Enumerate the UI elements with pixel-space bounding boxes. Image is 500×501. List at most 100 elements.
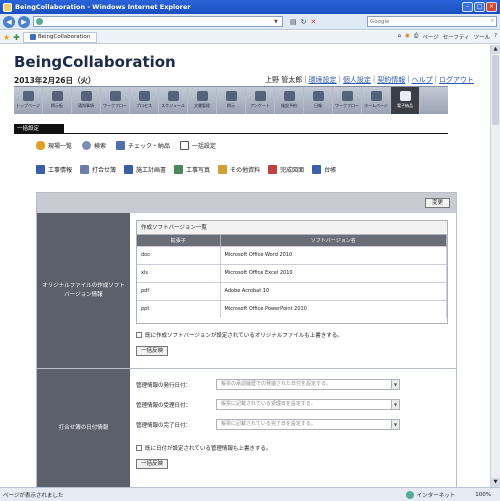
construction-photo-link[interactable]: 工事写真 [174,165,210,174]
overwrite-date-label: 既に日付が設定されている管理情報も上書きする。 [145,446,272,452]
nav-item-active[interactable]: 電子納品 [391,87,420,114]
minimize-button[interactable]: – [462,2,473,12]
nav-item[interactable]: 通知事項 [72,87,101,114]
scroll-down-icon[interactable]: ▼ [491,478,500,487]
nav-item[interactable]: プロセス [130,87,159,114]
scroll-thumb[interactable] [492,55,499,125]
favorites-star-icon[interactable]: ★ [3,33,10,42]
nav-item[interactable]: ワークフロー [101,87,130,114]
page-icon [36,18,43,25]
nav-item[interactable]: 施設予約 [275,87,304,114]
security-zone: インターネット [405,490,455,499]
stop-icon[interactable]: ✕ [311,18,317,26]
help-link[interactable]: ヘルプ [412,75,433,85]
nav-icon [370,91,382,101]
quick-links-primary: 現場一覧 検索 チェック・納品 一括設定 [36,141,216,150]
bulk-settings-link[interactable]: 一括設定 [179,141,216,150]
nav-item[interactable]: 掲示板 [43,87,72,114]
url-dropdown-icon[interactable]: ▼ [274,19,280,25]
notebook-icon [80,165,90,174]
site-list-link[interactable]: 現場一覧 [36,141,72,150]
apply-date-button[interactable]: 一括反映 [136,459,169,469]
add-favorite-icon[interactable]: ✚ [13,33,20,42]
nav-icon [399,91,411,101]
issue-date-row: 管理情報の発行日付： 帳票の承認履歴での発議された日付を設定する。 ▼ [136,379,400,390]
construction-info-link[interactable]: 工事情報 [36,165,72,174]
app-logo[interactable]: BeingCollaboration [14,53,176,71]
list-icon [36,141,45,150]
forward-button[interactable]: ▶ [18,15,30,28]
logout-link[interactable]: ログアウト [439,75,474,85]
nav-item[interactable]: スケジュール [159,87,188,114]
personal-settings-link[interactable]: 個人設定 [343,75,371,85]
zoom-level[interactable]: 100% [475,492,491,498]
document-icon [179,141,189,150]
help-icon[interactable]: ? [494,33,497,41]
nav-item[interactable]: ホームページ [362,87,391,114]
receipt-date-select[interactable]: 帳票に記載されている受理日を設定する。 ▼ [216,399,400,410]
ledger-icon [312,165,322,174]
nav-icon [283,91,295,101]
user-links: 上野 管太郎 | 環境設定 | 個人設定 | 契約情報 | ヘルプ | ログアウ… [264,75,474,85]
command-bar: ⌂ ◉ ⎙ ページ セーフティ ツール ? [398,33,497,41]
ledger-link[interactable]: 台帳 [312,165,336,174]
check-delivery-link[interactable]: チェック・納品 [116,141,170,150]
nav-item[interactable]: ワークフロー [333,87,362,114]
apply-version-button[interactable]: 一括反映 [136,346,169,356]
address-tools: ▤ ↻ ✕ [290,18,316,26]
receipt-date-label: 管理情報の受理日付： [136,402,192,409]
other-docs-link[interactable]: その他資料 [218,165,260,174]
tools-menu[interactable]: ツール [474,33,491,41]
browser-tab[interactable]: BeingCollaboration [22,31,98,43]
safety-menu[interactable]: セーフティ [443,33,470,41]
completion-date-select[interactable]: 帳票に記載されている完了日を設定する。 ▼ [216,419,400,430]
back-button[interactable]: ◀ [3,15,15,28]
table-row: doc Microsoft Office Word 2010 [137,245,447,264]
scroll-up-icon[interactable]: ▲ [491,45,500,54]
print-icon[interactable]: ⎙ [414,33,418,41]
construction-plan-link[interactable]: 施工計画書 [124,165,166,174]
nav-item[interactable]: 掲示 [217,87,246,114]
receipt-date-row: 管理情報の受理日付： 帳票に記載されている受理日を設定する。 ▼ [136,399,400,410]
nav-item[interactable]: 文書管理 [188,87,217,114]
url-field[interactable]: ▼ [33,16,283,27]
favorites-bar: ★ ✚ BeingCollaboration ⌂ ◉ ⎙ ページ セーフティ ツ… [0,31,500,44]
feeds-icon[interactable]: ◉ [405,33,410,41]
vertical-scrollbar[interactable]: ▲ ▼ [490,45,500,487]
nav-item[interactable]: トップページ [14,87,43,114]
nav-item[interactable]: アンケート [246,87,275,114]
contract-info-link[interactable]: 契約情報 [377,75,405,85]
table-row: pdf Adobe Acrobat 10 [137,281,447,300]
nav-icon [22,91,34,101]
refresh-icon[interactable]: ↻ [301,18,307,26]
software-version-heading: オリジナルファイルの作成ソフトバージョン情報 [37,213,130,368]
completion-date-row: 管理情報の完了日付： 帳票に記載されている完了日を設定する。 ▼ [136,419,400,430]
page-menu[interactable]: ページ [422,33,438,41]
chevron-down-icon: ▼ [391,400,399,409]
tab-title: BeingCollaboration [37,34,91,40]
window-controls: – □ × [462,2,497,12]
nav-icon [312,91,324,101]
overwrite-version-checkbox[interactable] [136,332,142,338]
completion-drawing-link[interactable]: 完成図面 [268,165,304,174]
close-button[interactable]: × [486,2,497,12]
window-title: BeingCollaboration - Windows Internet Ex… [15,3,191,11]
search-input[interactable]: Google ⌕ [367,16,497,27]
meeting-record-link[interactable]: 打合せ簿 [80,165,116,174]
issue-date-label: 管理情報の発行日付： [136,382,192,389]
search-link[interactable]: 検索 [82,141,106,150]
nav-icon [51,91,63,101]
change-button[interactable]: 変更 [424,198,450,208]
maximize-button[interactable]: □ [474,2,485,12]
issue-date-select[interactable]: 帳票の承認履歴での発議された日付を設定する。 ▼ [216,379,400,390]
chevron-down-icon: ▼ [391,380,399,389]
photo-icon [174,165,184,174]
column-header: 拡張子 [137,235,221,246]
nav-item[interactable]: 日報 [304,87,333,114]
meeting-date-heading: 打合せ簿の日付情報 [37,369,130,487]
home-icon[interactable]: ⌂ [398,33,402,41]
compat-icon[interactable]: ▤ [290,18,297,26]
search-icon[interactable]: ⌕ [491,18,494,25]
env-settings-link[interactable]: 環境設定 [309,75,337,85]
overwrite-date-checkbox[interactable] [136,445,142,451]
